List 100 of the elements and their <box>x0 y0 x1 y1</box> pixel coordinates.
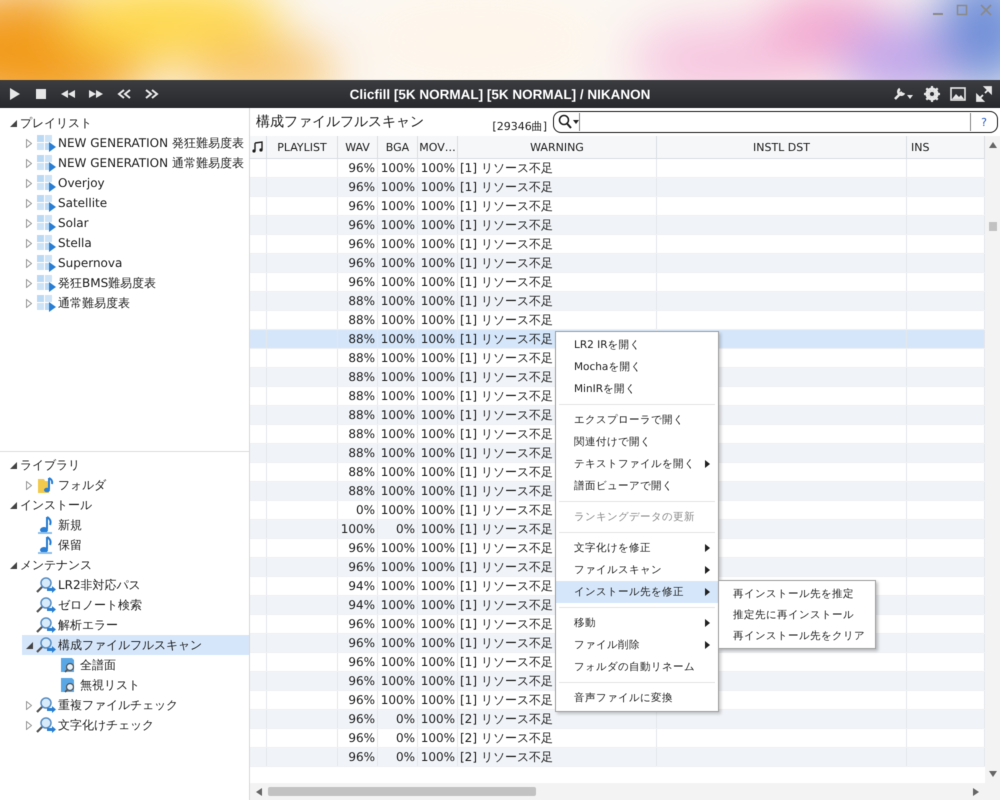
table-cell: [1] リソース不足 <box>460 330 553 348</box>
table-cell: 100% <box>420 636 455 650</box>
table-cell: 100% <box>340 522 375 536</box>
table-cell: 100% <box>380 427 415 441</box>
table-cell: [1] リソース不足 <box>460 160 553 176</box>
table-cell: 0% <box>396 750 415 764</box>
table-cell: 100% <box>380 693 415 707</box>
table-cell: 94% <box>348 579 375 593</box>
table-cell: 100% <box>420 712 455 726</box>
table-cell: 100% <box>380 275 415 289</box>
table-cell: 100% <box>380 560 415 574</box>
table-cell: 88% <box>348 484 375 498</box>
table-cell: 96% <box>348 617 375 631</box>
table-cell: 100% <box>420 579 455 593</box>
table-cell: 100% <box>380 370 415 384</box>
table-cell: 96% <box>348 275 375 289</box>
table-cell: 0% <box>356 503 375 517</box>
table-cell: 100% <box>380 256 415 270</box>
table-cell: [1] リソース不足 <box>460 312 553 328</box>
table-cell: 96% <box>348 161 375 175</box>
table-cell: 100% <box>380 541 415 555</box>
table-cell: 96% <box>348 237 375 251</box>
table-cell: [1] リソース不足 <box>460 502 553 518</box>
table-cell: [1] リソース不足 <box>460 558 553 576</box>
table-cell: 100% <box>380 237 415 251</box>
table-cell: 100% <box>380 503 415 517</box>
table-cell: [1] リソース不足 <box>460 672 553 690</box>
table-cell: 100% <box>420 750 455 764</box>
table-cell: [1] リソース不足 <box>460 540 553 556</box>
table-cell: 96% <box>348 693 375 707</box>
table-cell: 100% <box>420 541 455 555</box>
table-cell: 100% <box>420 332 455 346</box>
table-cell: 100% <box>380 294 415 308</box>
table-cell: [1] リソース不足 <box>460 578 553 594</box>
table-cell: [1] リソース不足 <box>460 198 553 214</box>
table-cell: [2] リソース不足 <box>460 748 553 766</box>
table-cell: 88% <box>348 332 375 346</box>
table-cell: 96% <box>348 560 375 574</box>
table-cell: 0% <box>396 712 415 726</box>
table-cell: 100% <box>380 351 415 365</box>
table-cell: [1] リソース不足 <box>460 388 553 404</box>
table-cell: [1] リソース不足 <box>460 406 553 424</box>
panel-title: 構成ファイルフルスキャン <box>256 113 424 131</box>
table-cell: [1] リソース不足 <box>460 596 553 614</box>
table-cell: 100% <box>420 313 455 327</box>
table-cell: 100% <box>420 180 455 194</box>
table-cell: 96% <box>348 541 375 555</box>
table-cell: 100% <box>420 465 455 479</box>
table-cell: [1] リソース不足 <box>460 178 553 196</box>
table-cell: [1] リソース不足 <box>460 482 553 500</box>
song-count: [29346曲] <box>492 118 547 134</box>
table-cell: 94% <box>348 598 375 612</box>
table-cell: 100% <box>380 617 415 631</box>
table-cell: 100% <box>420 598 455 612</box>
table-cell: 96% <box>348 731 375 745</box>
table-cell: 100% <box>380 180 415 194</box>
table-cell: 88% <box>348 351 375 365</box>
table-cell: 100% <box>420 161 455 175</box>
table-cell: 100% <box>380 161 415 175</box>
table-cell: 100% <box>420 522 455 536</box>
table-cell: 100% <box>420 731 455 745</box>
table-cell: 88% <box>348 389 375 403</box>
table-cell: 100% <box>380 218 415 232</box>
table-cell: 88% <box>348 313 375 327</box>
table-cell: 100% <box>420 218 455 232</box>
table-cell: [1] リソース不足 <box>460 464 553 480</box>
table-cell: 100% <box>380 655 415 669</box>
table-cell: 100% <box>420 237 455 251</box>
table-cell: 100% <box>420 294 455 308</box>
table-cell: 100% <box>420 408 455 422</box>
table-cell: 100% <box>420 693 455 707</box>
table-cell: 88% <box>348 446 375 460</box>
table-cell: 100% <box>420 256 455 270</box>
table-cell: [1] リソース不足 <box>460 444 553 462</box>
table-cell: 96% <box>348 750 375 764</box>
table-cell: 100% <box>380 465 415 479</box>
table-cell: 96% <box>348 712 375 726</box>
table-cell: [2] リソース不足 <box>460 730 553 746</box>
table-cell: [1] リソース不足 <box>460 292 553 310</box>
table-cell: 100% <box>420 617 455 631</box>
table-cell: 96% <box>348 636 375 650</box>
table-cell: [1] リソース不足 <box>460 634 553 652</box>
table-cell: 88% <box>348 427 375 441</box>
table-cell: [2] リソース不足 <box>460 710 553 728</box>
table-cell: 100% <box>420 674 455 688</box>
table-cell: [1] リソース不足 <box>460 254 553 272</box>
table-cell: 100% <box>420 199 455 213</box>
table-cell: 100% <box>380 332 415 346</box>
table-cell: 100% <box>420 560 455 574</box>
table-cell: 100% <box>420 275 455 289</box>
table-cell: 100% <box>420 427 455 441</box>
table-cell: 100% <box>420 655 455 669</box>
table-cell: 100% <box>380 408 415 422</box>
table-cell: 100% <box>420 370 455 384</box>
table-cell: 100% <box>380 389 415 403</box>
table-cell: 100% <box>420 351 455 365</box>
table-cell: 100% <box>380 674 415 688</box>
table-cell: [1] リソース不足 <box>460 616 553 632</box>
table-cell: 96% <box>348 218 375 232</box>
table-cell: 100% <box>380 598 415 612</box>
